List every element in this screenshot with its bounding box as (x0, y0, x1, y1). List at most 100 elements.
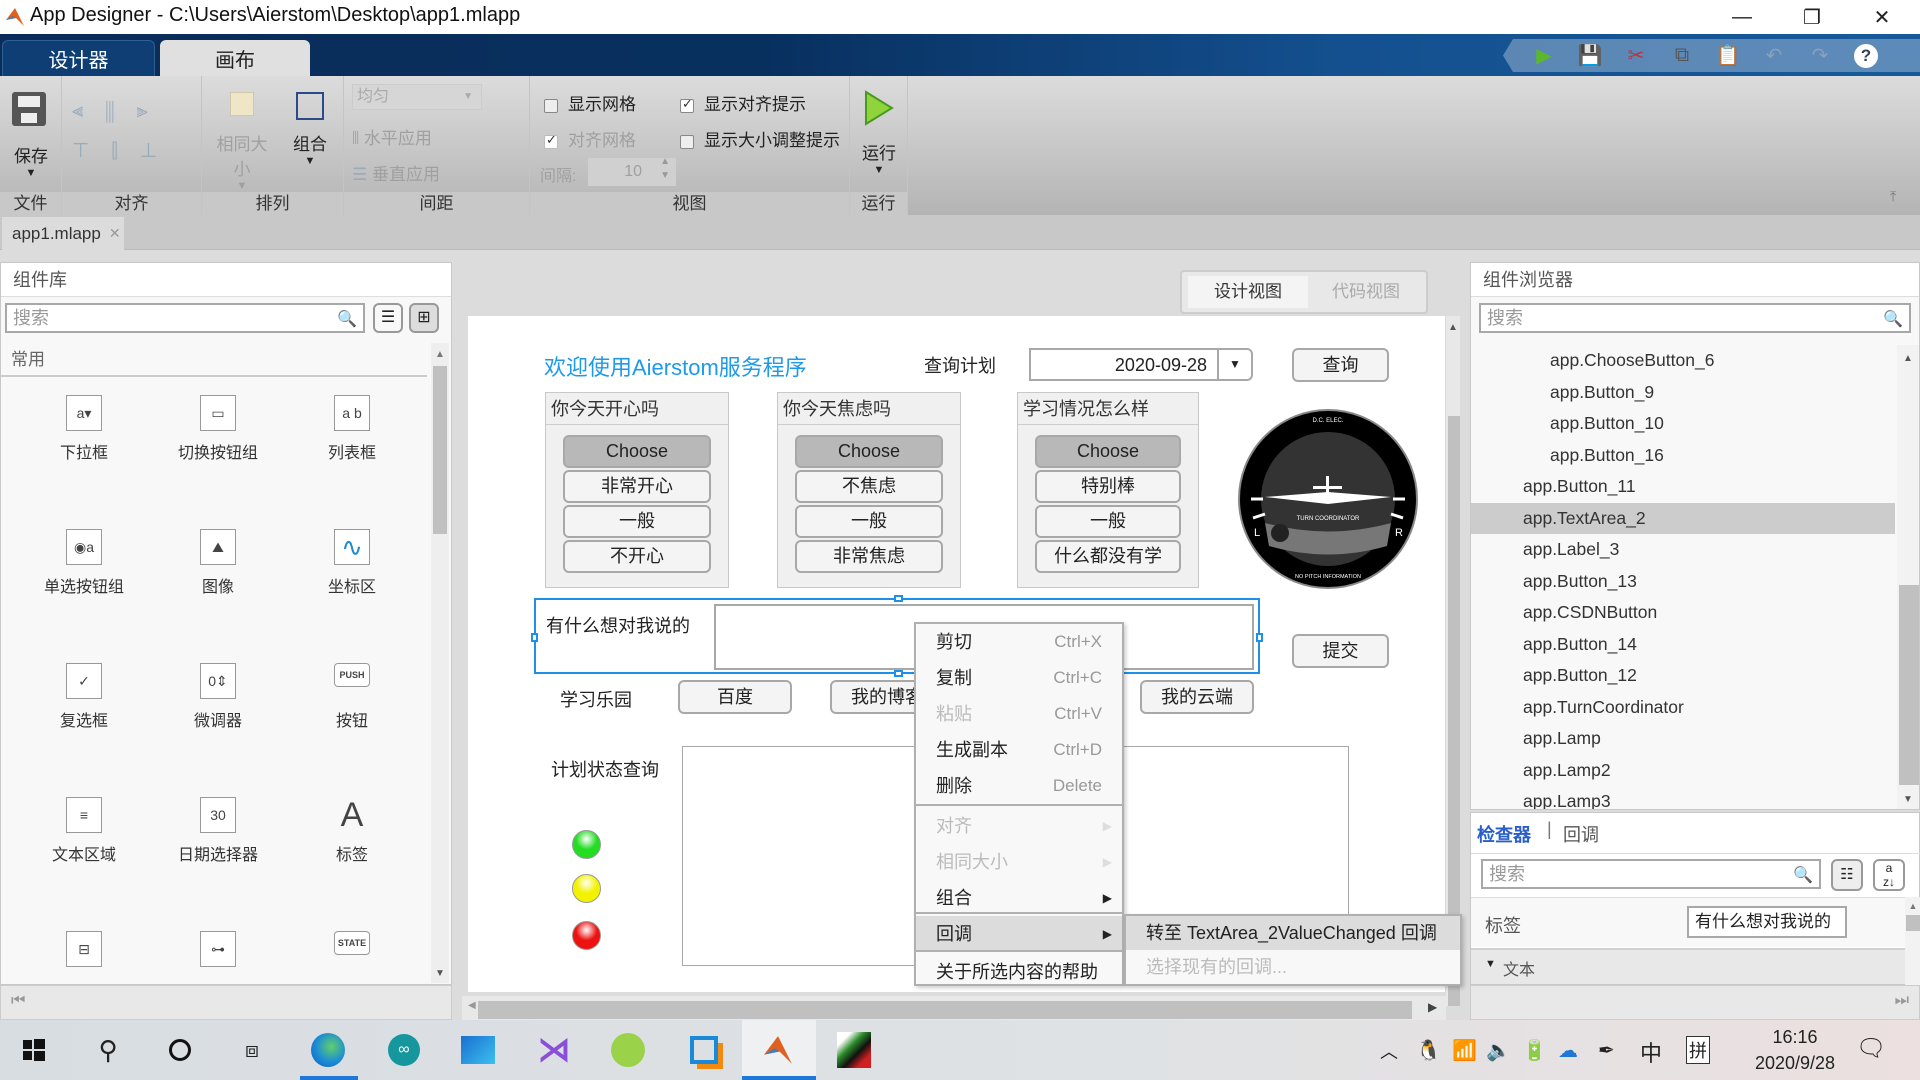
component-item[interactable]: ◉a 单选按钮组 (19, 529, 149, 597)
tree-item[interactable]: app.Label_3 (1471, 534, 1895, 565)
same-size-button[interactable]: 相同大小 ▼ (214, 92, 270, 192)
vmware-icon[interactable] (684, 1030, 724, 1070)
save-button[interactable]: 保存 ▼ (0, 142, 62, 179)
menu-item[interactable]: 剪切 Ctrl+X (916, 624, 1122, 660)
tree-scrollbar[interactable]: ▲ ▼ (1897, 345, 1919, 809)
edge-icon[interactable] (308, 1030, 348, 1070)
pen-icon[interactable]: ✒ (1598, 1038, 1615, 1063)
toggle-button[interactable]: 非常开心 (563, 470, 711, 503)
library-scrollbar[interactable]: ▲ ▼ (431, 343, 449, 983)
toggle-button[interactable]: 一般 (795, 505, 943, 538)
collapse-left-icon[interactable]: ⏮ (11, 992, 25, 1010)
callback-tab[interactable]: 回调 (1563, 821, 1599, 847)
toggle-button[interactable]: 非常焦虑 (795, 540, 943, 573)
help-icon[interactable]: ? (1843, 39, 1889, 72)
scroll-up-icon[interactable]: ▲ (1446, 322, 1460, 333)
run-icon[interactable]: ▶ (1521, 39, 1567, 72)
restore-button[interactable]: ❐ (1782, 0, 1842, 34)
show-grid-checkbox[interactable]: 显示网格 (544, 90, 636, 115)
align-buttons-row1[interactable]: ⫷⫼⫸ (72, 100, 170, 123)
toggle-button[interactable]: 什么都没有学 (1035, 540, 1181, 573)
vertical-apply-button[interactable]: ☰ 垂直应用 (352, 160, 440, 185)
spacing-dropdown[interactable]: 均匀 ▼ (352, 84, 482, 110)
component-item[interactable]: STATE (287, 931, 417, 975)
toggle-button[interactable]: 特别棒 (1035, 470, 1181, 503)
canvas-hscrollbar[interactable]: ◀ ▶ (462, 996, 1446, 1020)
date-picker[interactable]: 2020-09-28 ▼ (1029, 348, 1253, 381)
toggle-button[interactable]: 一般 (1035, 505, 1181, 538)
submenu-item[interactable]: 选择现有的回调... (1126, 950, 1460, 984)
textarea-selection[interactable]: 有什么想对我说的 (531, 595, 1263, 677)
tree-item[interactable]: app.Button_14 (1471, 629, 1895, 660)
tree-item[interactable]: app.TurnCoordinator (1471, 692, 1895, 723)
snap-grid-checkbox[interactable]: 对齐网格 (544, 126, 636, 151)
library-search-input[interactable]: 搜索 🔍 (5, 303, 365, 333)
horizontal-apply-button[interactable]: ⫴ 水平应用 (352, 124, 432, 149)
cut-icon[interactable]: ✂ (1613, 39, 1659, 72)
cloud-button[interactable]: 我的云端 (1140, 680, 1254, 714)
scroll-thumb[interactable] (433, 366, 447, 534)
menu-item[interactable]: 复制 Ctrl+C (916, 660, 1122, 696)
show-align-hints-checkbox[interactable]: 显示对齐提示 (680, 90, 806, 115)
menu-item[interactable]: 生成副本 Ctrl+D (916, 732, 1122, 768)
toggle-button[interactable]: 不焦虑 (795, 470, 943, 503)
query-button[interactable]: 查询 (1292, 348, 1389, 382)
inspector-search-input[interactable]: 搜索 🔍 (1481, 859, 1821, 889)
component-item[interactable]: ⊟ (19, 931, 149, 975)
tree-item[interactable]: app.Button_12 (1471, 660, 1895, 691)
collapse-right-icon[interactable]: ⏭ (1895, 992, 1909, 1010)
grid-view-button[interactable]: ⊞ (409, 303, 439, 333)
code-view-button[interactable]: 代码视图 (1308, 276, 1424, 308)
menu-item[interactable]: 对齐 ▶ (916, 808, 1122, 844)
component-item[interactable]: ▭ 切换按钮组 (153, 395, 283, 463)
scroll-down-icon[interactable]: ▼ (1897, 794, 1919, 805)
scroll-left-icon[interactable]: ◀ (468, 1000, 476, 1011)
ime-mode[interactable]: 拼 (1686, 1036, 1710, 1064)
component-item[interactable]: 0⇕ 微调器 (153, 663, 283, 731)
inspector-scrollbar[interactable]: ▲ (1905, 897, 1920, 985)
redo-icon[interactable]: ↷ (1797, 39, 1843, 72)
submenu-item[interactable]: 转至 TextArea_2ValueChanged 回调 (1126, 916, 1460, 950)
scroll-thumb[interactable] (1899, 585, 1919, 785)
component-item[interactable]: PUSH 按钮 (287, 663, 417, 731)
resize-handle-left[interactable] (531, 633, 538, 642)
component-item[interactable]: a▾ 下拉框 (19, 395, 149, 463)
matlab-icon[interactable] (758, 1030, 798, 1070)
tab-designer[interactable]: 设计器 (2, 40, 155, 76)
component-item[interactable]: a b 列表框 (287, 395, 417, 463)
tree-item[interactable]: app.ChooseButton_6 (1471, 345, 1895, 376)
close-button[interactable]: ✕ (1852, 0, 1912, 34)
show-resize-hints-checkbox[interactable]: 显示大小调整提示 (680, 126, 840, 151)
onedrive-icon[interactable]: ☁ (1558, 1038, 1578, 1063)
category-common[interactable]: 常用 (1, 343, 427, 377)
tree-item[interactable]: app.Button_9 (1471, 377, 1895, 408)
toggle-button[interactable]: Choose (1035, 435, 1181, 468)
tree-item[interactable]: app.Lamp3 (1471, 786, 1895, 809)
scroll-up-icon[interactable]: ▲ (1897, 353, 1919, 364)
cortana-icon[interactable] (160, 1030, 200, 1070)
resize-handle-bottom[interactable] (894, 670, 903, 677)
component-item[interactable]: ⊶ (153, 931, 283, 975)
resize-handle-right[interactable] (1256, 633, 1263, 642)
undo-icon[interactable]: ↶ (1751, 39, 1797, 72)
menu-item[interactable]: 回调 ▶ (916, 916, 1122, 952)
group-view-button[interactable]: ☷ (1831, 859, 1863, 891)
close-tab-icon[interactable]: ✕ (109, 225, 121, 242)
tree-item[interactable]: app.Lamp (1471, 723, 1895, 754)
arduino-icon[interactable]: ∞ (384, 1030, 424, 1070)
menu-item[interactable]: 粘贴 Ctrl+V (916, 696, 1122, 732)
menu-item[interactable]: 关于所选内容的帮助 (916, 954, 1122, 990)
search-icon[interactable]: ⚲ (88, 1030, 128, 1070)
tray-expand-icon[interactable]: ︿ (1380, 1038, 1398, 1064)
menu-item[interactable]: 组合 ▶ (916, 880, 1122, 916)
tree-item[interactable]: app.Button_16 (1471, 440, 1895, 471)
battery-icon[interactable]: 🔋 (1522, 1038, 1547, 1063)
component-item[interactable]: ✓ 复选框 (19, 663, 149, 731)
matlab-app-icon[interactable] (834, 1030, 874, 1070)
ime-language[interactable]: 中 (1640, 1036, 1662, 1068)
scroll-down-icon[interactable]: ▼ (431, 968, 449, 979)
mail-icon[interactable] (458, 1030, 498, 1070)
list-view-button[interactable]: ☰ (373, 303, 403, 333)
wifi-icon[interactable]: 📶 (1452, 1038, 1477, 1063)
chevron-down-icon[interactable]: ▼ (1217, 350, 1251, 379)
